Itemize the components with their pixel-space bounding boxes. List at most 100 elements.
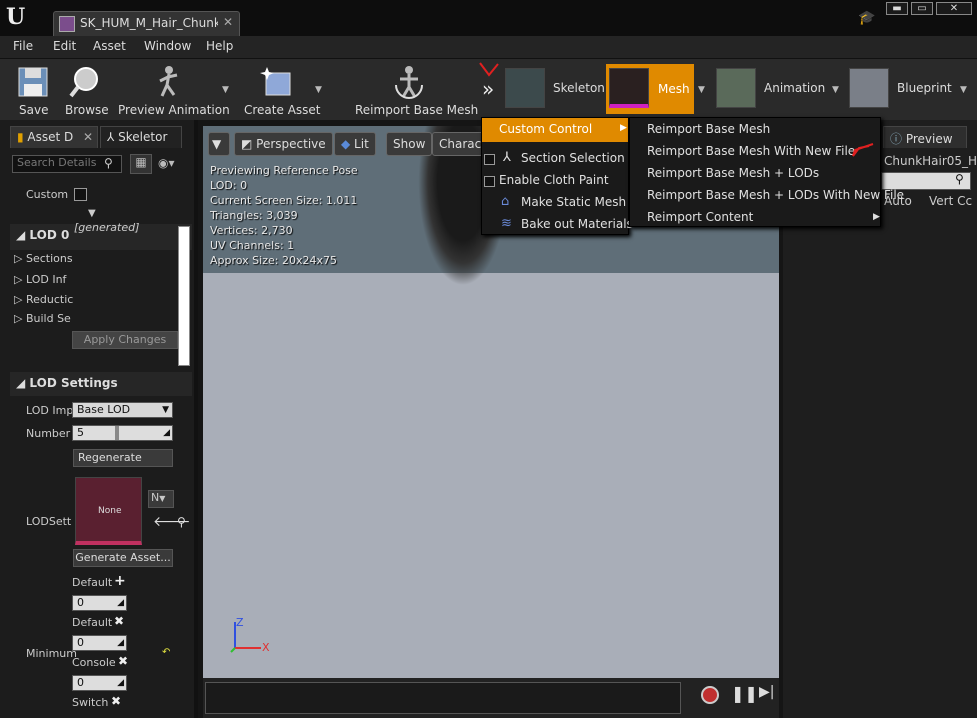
create-asset-button[interactable]: Create Asset	[240, 61, 321, 119]
magnifier-icon	[69, 67, 98, 98]
save-button[interactable]: Save	[10, 61, 56, 119]
blueprint-dropdown-icon[interactable]: ▼	[960, 85, 967, 95]
menu-item-custom-control[interactable]: Custom Control ▶	[482, 118, 628, 142]
menu-item-reimport-base-mesh-lods[interactable]: Reimport Base Mesh + LODs	[647, 166, 819, 180]
close-window-button[interactable]: ✕	[936, 2, 972, 15]
reduction-row[interactable]: ▷ Reductic	[14, 293, 73, 306]
skeleton-mode-button[interactable]: Skeleton	[503, 66, 605, 112]
toolbar: Save Browse Preview Animation ▼ Create A…	[0, 58, 977, 120]
menu-item-reimport-base-mesh[interactable]: Reimport Base Mesh	[647, 122, 770, 136]
record-icon[interactable]	[701, 686, 719, 704]
number-label: Number	[26, 427, 71, 440]
apply-changes-button[interactable]: Apply Changes	[72, 331, 178, 349]
remove-element-icon[interactable]: ✖	[118, 654, 128, 668]
menu-item-bake-out-materials[interactable]: ≋ Bake out Materials	[482, 215, 633, 237]
section-selection-checkbox[interactable]	[484, 154, 495, 165]
lod0-scrollbar[interactable]	[178, 226, 190, 366]
asset-editor-tab[interactable]: SK_HUM_M_Hair_ChunkH ✕	[53, 11, 240, 36]
menu-file[interactable]: File	[13, 39, 33, 53]
preview-animation-dropdown-icon[interactable]: ▼	[222, 85, 229, 95]
remove-element-icon[interactable]: ✖	[114, 614, 124, 628]
chevron-down-icon: ▼	[212, 137, 222, 151]
asset-picker-combo[interactable]: N▼	[148, 490, 174, 508]
menu-item-section-selection[interactable]: ⅄ Section Selection	[482, 148, 628, 170]
generate-asset-button[interactable]: Generate Asset...	[73, 549, 173, 567]
pause-icon[interactable]: ❚❚	[731, 684, 758, 703]
reimport-base-mesh-button[interactable]: Reimport Base Mesh	[352, 61, 478, 119]
enable-cloth-paint-checkbox[interactable]	[484, 176, 495, 187]
search-icon: ⚲	[955, 172, 964, 186]
menu-bar: File Edit Asset Window Help	[0, 36, 977, 58]
axis-x-label: X	[262, 641, 270, 654]
number-of-lods-slider[interactable]: 5 ◢	[72, 425, 173, 441]
tab-close-icon[interactable]: ✕	[223, 15, 233, 29]
menu-help[interactable]: Help	[206, 39, 233, 53]
asset-thumbnail[interactable]: None	[75, 477, 142, 545]
console-label: Console	[72, 656, 116, 669]
menu-asset[interactable]: Asset	[93, 39, 126, 53]
show-button[interactable]: Show	[386, 132, 433, 156]
mesh-dropdown-icon[interactable]: ▼	[698, 85, 705, 95]
slider-handle[interactable]	[115, 426, 119, 440]
custom-checkbox[interactable]	[74, 188, 87, 201]
lit-button[interactable]: ◆ Lit	[334, 132, 376, 156]
search-icon: ⚲	[104, 156, 113, 170]
unreal-logo-icon: U	[6, 4, 26, 30]
blueprint-mode-button[interactable]: Blueprint	[847, 66, 959, 112]
title-bar: U SK_HUM_M_Hair_ChunkH ✕ 🎓 ▬ ▭ ✕	[0, 0, 977, 36]
menu-window[interactable]: Window	[144, 39, 191, 53]
menu-item-make-static-mesh[interactable]: ⌂ Make Static Mesh	[482, 193, 628, 215]
character-button[interactable]: Charact	[432, 132, 484, 156]
tab-close-icon[interactable]: ✕	[83, 130, 93, 144]
lod-settings-section-header[interactable]: ◢ LOD Settings	[10, 372, 192, 396]
toolbar-overflow-button[interactable]: »	[482, 77, 494, 101]
tab-asset-details[interactable]: ▮ Asset D ✕	[10, 126, 98, 148]
eye-visibility-icon[interactable]: ◉▾	[158, 156, 175, 170]
lod-info-row[interactable]: ▷ LOD Inf	[14, 273, 66, 286]
browse-button[interactable]: Browse	[60, 61, 110, 119]
animation-mode-button[interactable]: Animation	[714, 66, 834, 112]
expand-arrow-icon[interactable]: ▼	[88, 208, 96, 219]
step-forward-icon[interactable]: ▶|	[759, 684, 774, 700]
reset-to-default-icon[interactable]: ↶	[162, 647, 170, 658]
asset-name-label: ChunkHair05_Hu	[884, 154, 977, 168]
mesh-mode-button[interactable]: Mesh	[606, 64, 694, 114]
graduation-cap-icon[interactable]: 🎓	[858, 10, 875, 26]
submenu-arrow-icon: ▶	[873, 212, 880, 222]
regenerate-button[interactable]: Regenerate	[73, 449, 173, 467]
approx-size-text: Approx Size: 20x24x75	[210, 254, 337, 267]
menu-item-reimport-content[interactable]: Reimport Content	[647, 210, 753, 224]
timeline-bar: ❚❚ ▶|	[203, 678, 779, 718]
perspective-button[interactable]: ◩ Perspective	[234, 132, 333, 156]
minimize-button[interactable]: ▬	[886, 2, 908, 15]
console-value-input[interactable]: 0 ◢	[72, 675, 127, 691]
remove-element-icon[interactable]: ✖	[111, 694, 121, 708]
lod-import-label: LOD Imp	[26, 404, 74, 417]
preview-animation-button[interactable]: Preview Animation	[116, 61, 234, 119]
menu-edit[interactable]: Edit	[53, 39, 76, 53]
skeletal-mesh-icon	[59, 16, 75, 32]
sections-row[interactable]: ▷ Sections	[14, 252, 73, 265]
browse-magnifier-icon[interactable]: ⚲	[177, 515, 186, 529]
default-value-input-2[interactable]: 0 ◢	[72, 635, 127, 651]
running-figure-icon	[159, 66, 178, 97]
build-settings-row[interactable]: ▷ Build Se	[14, 312, 71, 325]
add-element-icon[interactable]: +	[114, 573, 126, 589]
tab-skeleton-tree[interactable]: ⅄ Skeletor	[100, 126, 182, 148]
uv-channels-text: UV Channels: 1	[210, 239, 295, 252]
tab-preview-scene[interactable]: ⓘ Preview	[883, 126, 967, 148]
menu-item-reimport-base-mesh-new-file[interactable]: Reimport Base Mesh With New File	[647, 144, 855, 158]
default-value-input-1[interactable]: 0 ◢	[72, 595, 127, 611]
animation-dropdown-icon[interactable]: ▼	[832, 85, 839, 95]
menu-item-enable-cloth-paint[interactable]: Enable Cloth Paint	[482, 171, 628, 193]
view-options-grid-icon[interactable]: ▦	[130, 154, 152, 174]
lod-import-select[interactable]: Base LOD ▼	[72, 402, 173, 418]
timeline-scrubber[interactable]	[205, 682, 681, 714]
vert-color-label[interactable]: Vert Cc	[929, 194, 972, 208]
maximize-button[interactable]: ▭	[911, 2, 933, 15]
mesh-dropdown-menu: Custom Control ▶ ⅄ Section Selection Ena…	[481, 117, 633, 237]
mesh-thumbnail-icon	[609, 68, 649, 108]
menu-item-reimport-base-mesh-lods-new-file[interactable]: Reimport Base Mesh + LODs With New File	[647, 188, 904, 202]
viewport-options-button[interactable]: ▼	[208, 132, 230, 156]
create-asset-dropdown-icon[interactable]: ▼	[315, 85, 322, 95]
